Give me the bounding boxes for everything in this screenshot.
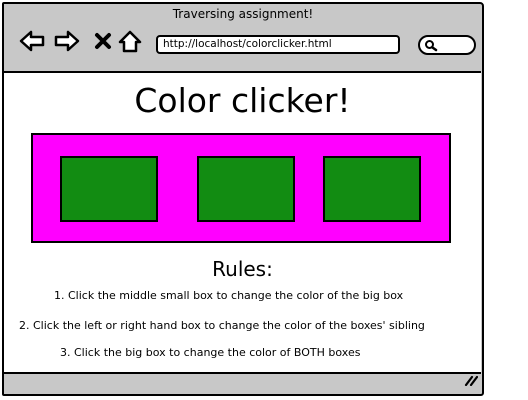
rule-item-1: 1. Click the middle small box to change … — [54, 289, 404, 302]
rules-heading: Rules: — [212, 257, 273, 281]
forward-button[interactable] — [54, 28, 80, 54]
big-box[interactable] — [31, 133, 451, 243]
search-box[interactable] — [418, 35, 476, 55]
small-box-left[interactable] — [60, 156, 158, 222]
back-arrow-icon — [19, 30, 45, 52]
page-title: Color clicker! — [134, 81, 351, 120]
rule-item-3: 3. Click the big box to change the color… — [60, 346, 361, 359]
stop-button[interactable] — [90, 28, 116, 54]
small-box-middle[interactable] — [197, 156, 295, 222]
home-icon — [118, 30, 142, 53]
small-box-right[interactable] — [323, 156, 421, 222]
forward-arrow-icon — [54, 30, 80, 52]
resize-grip-icon — [464, 375, 479, 387]
address-bar[interactable]: http://localhost/colorclicker.html — [156, 35, 400, 54]
search-icon — [425, 40, 438, 52]
close-icon — [95, 33, 111, 49]
browser-window: Traversing assignment! http://localhost/… — [2, 2, 484, 396]
back-button[interactable] — [19, 28, 45, 54]
home-button[interactable] — [117, 28, 143, 54]
window-title: Traversing assignment! — [172, 7, 314, 21]
rule-item-2: 2. Click the left or right hand box to c… — [19, 319, 425, 332]
resize-grip[interactable] — [464, 371, 479, 390]
page-content: Color clicker! Rules: 1. Click the middl… — [4, 71, 481, 374]
